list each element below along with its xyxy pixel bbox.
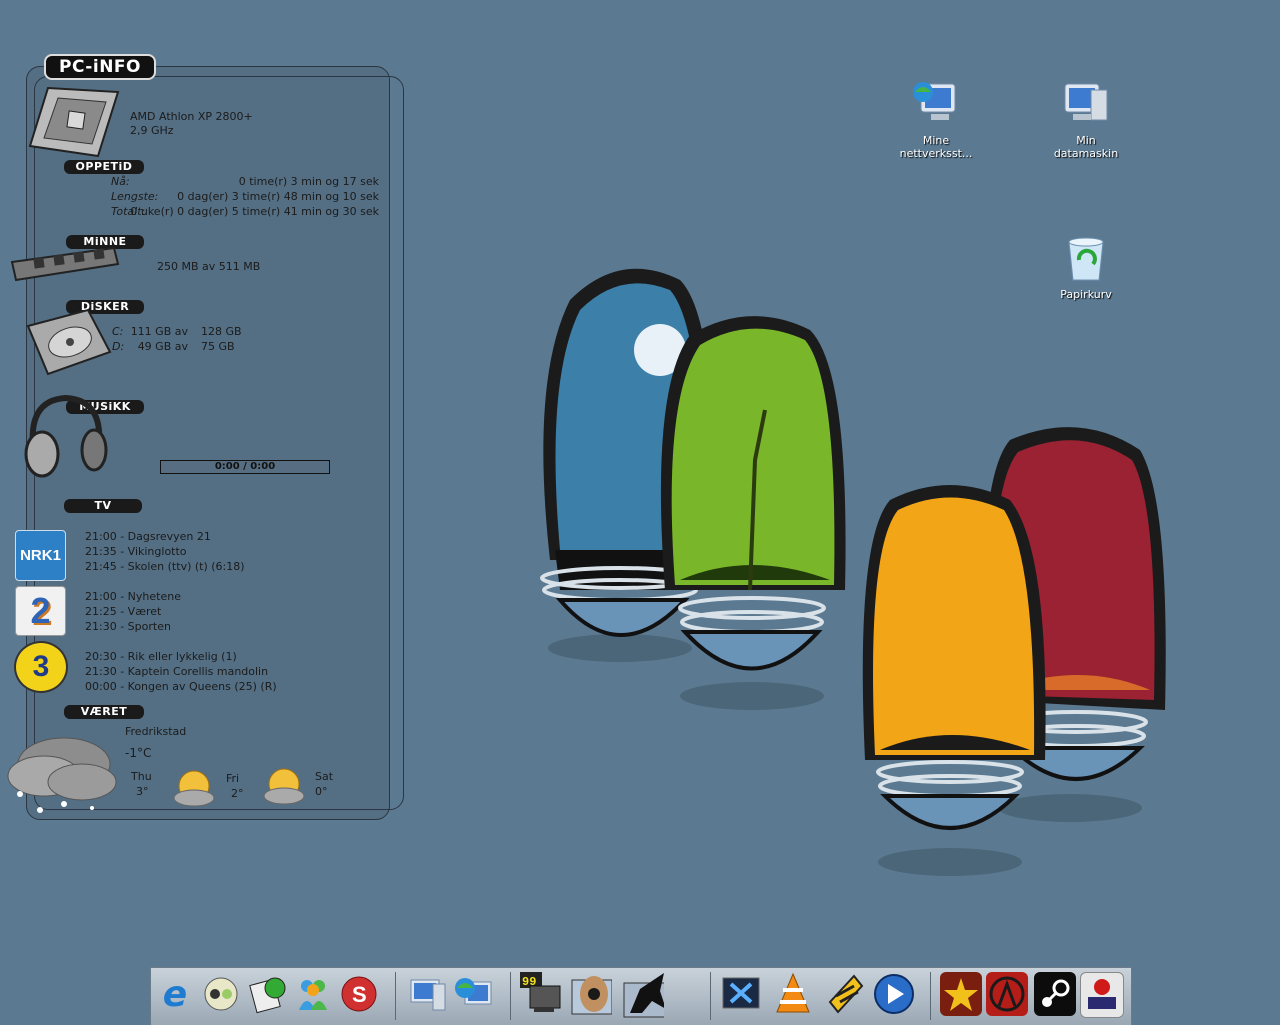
disk-c-used: 111 GB av <box>130 325 188 338</box>
memory-value: 250 MB av 511 MB <box>157 260 261 273</box>
svg-text:S: S <box>352 982 367 1007</box>
tv-nrk1-show-2: 21:35 - Vikinglotto <box>85 545 187 558</box>
forecast-day-3: Sat <box>315 770 334 783</box>
desktop-icon-my-computer[interactable]: Min datamaskin <box>1048 78 1124 162</box>
skype-icon[interactable]: S <box>338 972 380 1016</box>
wallpaper-season-jars <box>540 268 1166 876</box>
disk-d-used: 49 GB av <box>137 340 188 353</box>
disk-d-total: 75 GB <box>201 340 235 353</box>
uptime-value-now: 0 time(r) 3 min og 17 sek <box>238 175 379 188</box>
tv3-logo-text: 3 <box>32 650 50 683</box>
weather-current-temp: -1°C <box>125 746 152 760</box>
nrk1-logo: NRK1 <box>15 530 66 581</box>
forecast-temp-1: 3° <box>136 785 149 798</box>
monitor-99-icon[interactable]: 99 <box>520 972 562 1016</box>
chat-icon[interactable] <box>200 972 242 1016</box>
forecast-day-1: Thu <box>131 770 152 783</box>
sun-cloud-icon <box>263 768 305 805</box>
tv-header: TV <box>64 499 142 513</box>
widget-title: PC-iNFO <box>44 54 156 80</box>
uptime-header: OPPETiD <box>64 160 144 174</box>
recycle-bin-icon <box>1068 237 1104 281</box>
vlc-icon[interactable] <box>772 972 814 1016</box>
cpu-name: AMD Athlon XP 2800+ <box>130 110 253 123</box>
uptime-value-total: 0 uke(r) 0 dag(er) 5 time(r) 41 min og 3… <box>130 205 379 218</box>
headphones-icon <box>24 394 108 478</box>
music-time: 0:00 / 0:00 <box>214 461 276 472</box>
music-progress-bar[interactable]: 0:00 / 0:00 <box>160 460 330 474</box>
media-player-icon[interactable] <box>872 972 914 1016</box>
desktop-icon-recycle-bin[interactable]: Papirkurv <box>1048 234 1124 304</box>
tv2-logo: 2 <box>15 586 66 636</box>
messenger-icon[interactable] <box>292 972 334 1016</box>
dock-separator <box>930 972 931 1020</box>
network-icon[interactable] <box>452 972 494 1016</box>
my-computer-icon <box>1064 83 1108 121</box>
tv-nrk1-show-3: 21:45 - Skolen (ttv) (t) (6:18) <box>85 560 245 573</box>
hard-disk-icon <box>26 308 112 376</box>
tv-tv2-show-1: 21:00 - Nyhetene <box>85 590 181 603</box>
half-life-icon[interactable] <box>986 972 1028 1016</box>
eye-icon[interactable] <box>570 972 612 1016</box>
steam-icon[interactable] <box>1034 972 1076 1016</box>
ram-stick-icon <box>10 246 120 282</box>
tv-tv3-show-2: 21:30 - Kaptein Corellis mandolin <box>85 665 269 678</box>
forecast-day-2: Fri <box>226 772 240 785</box>
desktop-icon-label: Mine nettverksst... <box>899 134 973 160</box>
ftp-icon[interactable] <box>246 972 288 1016</box>
ea-game-icon[interactable] <box>1080 972 1124 1018</box>
network-computer-icon <box>913 82 956 120</box>
winamp-icon[interactable] <box>824 972 866 1016</box>
media-x-icon[interactable] <box>720 972 762 1016</box>
desktop-icon-label: Min datamaskin <box>1053 134 1119 160</box>
desktop-icon-label: Papirkurv <box>1060 288 1112 301</box>
uptime-label-now: Nå: <box>111 175 130 188</box>
star-game-icon[interactable] <box>940 972 982 1016</box>
tv-tv3-show-1: 20:30 - Rik eller lykkelig (1) <box>85 650 237 663</box>
uptime-label-longest: Lengste: <box>111 190 159 203</box>
tv-tv2-show-3: 21:30 - Sporten <box>85 620 171 633</box>
snow-cloud-icon <box>7 737 117 813</box>
internet-explorer-icon[interactable]: e <box>154 972 196 1016</box>
weather-header: VÆRET <box>64 705 144 719</box>
forecast-temp-2: 2° <box>231 787 244 800</box>
cpu-speed: 2,9 GHz <box>130 124 174 137</box>
dock-separator <box>510 972 511 1020</box>
dock-separator <box>710 972 711 1020</box>
weather-location: Fredrikstad <box>125 725 187 738</box>
nrk1-logo-text: NRK1 <box>20 547 61 564</box>
tv3-logo: 3 <box>14 641 68 693</box>
tv-nrk1-show-1: 21:00 - Dagsrevyen 21 <box>85 530 211 543</box>
tv-tv2-show-2: 21:25 - Været <box>85 605 162 618</box>
dock-separator <box>395 972 396 1020</box>
sun-cloud-icon <box>173 770 215 807</box>
uptime-value-longest: 0 dag(er) 3 time(r) 48 min og 10 sek <box>177 190 379 203</box>
disk-c-label: C: <box>112 325 124 338</box>
tv-tv3-show-3: 00:00 - Kongen av Queens (25) (R) <box>85 680 277 693</box>
cpu-chip-icon <box>28 86 120 158</box>
disk-c-total: 128 GB <box>201 325 242 338</box>
horse-icon[interactable] <box>622 972 664 1018</box>
forecast-temp-3: 0° <box>315 785 328 798</box>
desktop-icon-network[interactable]: Mine nettverksst... <box>898 78 974 162</box>
tv2-logo-text: 2 <box>30 590 51 631</box>
disk-d-label: D: <box>112 340 125 353</box>
computer-icon[interactable] <box>406 972 448 1016</box>
